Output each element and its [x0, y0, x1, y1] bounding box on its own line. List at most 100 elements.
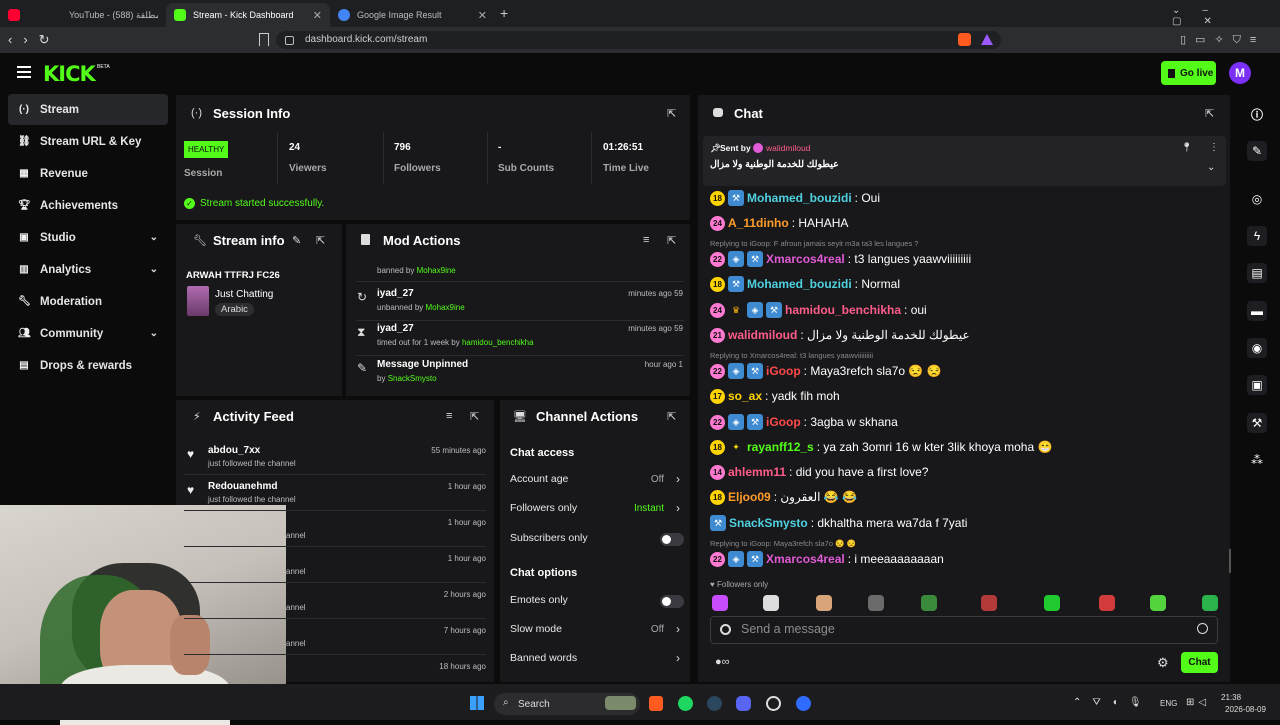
nav-buttons[interactable]: ‹›↻ [8, 32, 61, 48]
chat-message[interactable]: 22 ◈ ⚒ Xmarcos4real: i meeaaaaaaaan [710, 549, 944, 569]
avatar[interactable]: M [1229, 62, 1251, 84]
menu-icon[interactable] [17, 66, 31, 78]
chat-message[interactable]: 14 ahlemm11: did you have a first love? [710, 462, 928, 482]
chat-message[interactable]: 21 walidmiloud: عيطولك للخدمة الوطنية ولا… [710, 325, 970, 345]
tab-kick-dashboard[interactable]: Stream - Kick Dashboard ✕ [166, 3, 330, 27]
sidebar-item-revenue[interactable]: ▦ Revenue [8, 158, 168, 189]
gear-icon[interactable]: ⚙︎ [1157, 655, 1169, 671]
mod-action-actor[interactable]: hamidou_benchikha [462, 338, 534, 347]
new-tab-button[interactable]: + [500, 5, 508, 21]
chat-icon[interactable]: ▬ [1247, 301, 1267, 321]
chat-username[interactable]: Eljoo09 [728, 490, 771, 504]
channel-action-slow-mode[interactable]: Slow mode [510, 623, 562, 635]
chat-message[interactable]: 22 ◈ ⚒ Xmarcos4real: t3 langues yaawviiiiii… [710, 249, 971, 269]
chat-settings-left-icons[interactable]: ●∞ [715, 656, 730, 668]
tab-google-image[interactable]: Google Image Result ✕ [330, 3, 495, 27]
pencil-icon[interactable]: ✎ [1247, 141, 1267, 161]
emote-icon[interactable] [921, 595, 937, 611]
tab-youtube[interactable]: YouTube - محلقة مطلقة (588) [0, 3, 166, 27]
broadcast-icon[interactable]: ◉ [1247, 338, 1267, 358]
emote-picker-icon[interactable] [720, 624, 731, 635]
chat-username[interactable]: hamidou_benchikha [785, 303, 901, 317]
windows-start-icon[interactable] [470, 696, 484, 710]
rewards-icon[interactable] [981, 34, 993, 45]
chat-username[interactable]: iGoop [766, 415, 801, 429]
chat-message[interactable]: 18 ⚒ Mohamed_bouzidi: Normal [710, 274, 900, 294]
chevron-right-icon[interactable]: › [676, 472, 680, 486]
site-info-icon[interactable] [285, 36, 294, 45]
chat-message[interactable]: 18 Eljoo09: العقرون 😂 😂 [710, 487, 857, 507]
info-icon[interactable]: ⓘ [1247, 104, 1267, 124]
chat-message[interactable]: 22 ◈ ⚒ iGoop: Maya3refch sla7o 😒 😒 [710, 361, 942, 381]
chat-username[interactable]: rayanff12_s [747, 440, 814, 454]
chat-message[interactable]: 24 ♛ ◈ ⚒ hamidou_benchikha: oui [710, 300, 927, 320]
emoji-icon[interactable] [1197, 623, 1208, 634]
edit-icon[interactable]: ✎ [292, 234, 301, 247]
network-volume-icons[interactable]: ⊞◁ [1186, 697, 1210, 708]
brave-shield-icon[interactable] [958, 33, 971, 46]
chat-username[interactable]: so_ax [728, 389, 762, 403]
channel-action-account-age[interactable]: Account age [510, 473, 568, 485]
filter-icon[interactable]: ≡ [643, 234, 649, 246]
popout-icon[interactable]: ⇱ [1205, 107, 1214, 120]
emote-icon[interactable] [1099, 595, 1115, 611]
bookmark-icon[interactable] [259, 33, 269, 46]
chat-username[interactable]: walidmiloud [728, 328, 797, 342]
activity-user[interactable]: Redouanehmd [208, 481, 277, 492]
chat-message[interactable]: 17 so_ax: yadk fih moh [710, 386, 840, 406]
popout-icon[interactable]: ⇱ [667, 107, 676, 120]
channel-action-subscribers-only[interactable]: Subscribers only [510, 532, 588, 544]
target-icon[interactable]: ◎ [1247, 189, 1267, 209]
channel-actions-icon[interactable]: ▣ [1247, 375, 1267, 395]
channel-action-banned-words[interactable]: Banned words [510, 652, 577, 664]
chat-message[interactable]: 22 ◈ ⚒ iGoop: 3agba w skhana [710, 412, 898, 432]
emote-icon[interactable] [763, 595, 779, 611]
chat-username[interactable]: iGoop [766, 364, 801, 378]
channel-action-emotes-only[interactable]: Emotes only [510, 594, 568, 606]
sidebar-item-moderation[interactable]: 🔧︎ Moderation [8, 286, 168, 317]
sidebar-item-studio[interactable]: ▣ Studio ⌄ [8, 222, 168, 253]
kick-logo[interactable]: KICK [43, 62, 96, 86]
window-controls[interactable]: ⌄–▢✕ [1172, 5, 1280, 27]
sidebar-item-stream[interactable]: (·) Stream [8, 94, 168, 125]
toggle-switch[interactable] [660, 533, 684, 546]
chevron-right-icon[interactable]: › [676, 651, 680, 665]
chat-username[interactable]: Xmarcos4real [766, 252, 845, 266]
chat-message[interactable]: 18 ⚒ Mohamed_bouzidi: Oui [710, 188, 880, 208]
popout-icon[interactable]: ⇱ [470, 410, 479, 423]
emote-icon[interactable] [868, 595, 884, 611]
chat-username[interactable]: Mohamed_bouzidi [747, 191, 852, 205]
sidebar-item-achievements[interactable]: 🏆︎ Achievements [8, 190, 168, 221]
chat-username[interactable]: A_11dinho [728, 216, 789, 230]
chevron-right-icon[interactable]: › [676, 501, 680, 515]
filter-icon[interactable]: ≡ [446, 410, 452, 422]
popout-icon[interactable]: ⇱ [316, 234, 325, 247]
chat-scrollbar[interactable] [1229, 549, 1231, 573]
chat-username[interactable]: SnackSmysto [729, 516, 808, 530]
activity-user[interactable]: abdou_7xx [208, 445, 260, 456]
popout-icon[interactable]: ⇱ [667, 410, 676, 423]
emote-icon[interactable] [1150, 595, 1166, 611]
emote-icon[interactable] [1202, 595, 1218, 611]
mod-action-actor[interactable]: Mohax9ine [426, 303, 465, 312]
emote-icon[interactable] [981, 595, 997, 611]
emote-icon[interactable] [1044, 595, 1060, 611]
brave-taskbar-icon[interactable] [649, 696, 663, 711]
popout-icon[interactable]: ⇱ [667, 234, 676, 247]
mod-action-actor[interactable]: Mohax9ine [417, 266, 456, 275]
more-options-icon[interactable]: ⋮ [1209, 142, 1219, 153]
toggle-switch[interactable] [660, 595, 684, 608]
wrench-icon[interactable]: ⚒ [1247, 413, 1267, 433]
language-indicator[interactable]: ENG [1160, 699, 1177, 708]
browser-extension-icons[interactable]: ▯▭✧⛉≡ [1180, 33, 1265, 47]
ea-icon[interactable] [796, 696, 811, 711]
sidebar-item-community[interactable]: 👥︎ Community ⌄ [8, 318, 168, 349]
chevron-right-icon[interactable]: › [676, 622, 680, 636]
chat-message[interactable]: 24 A_11dinho: HAHAHA [710, 213, 848, 233]
close-tab-icon[interactable]: ✕ [313, 9, 322, 22]
drops-icon[interactable]: ⁂ [1247, 450, 1267, 470]
discord-icon[interactable] [736, 696, 751, 711]
url-bar[interactable]: dashboard.kick.com/stream [276, 31, 1001, 49]
chevron-down-icon[interactable]: ⌄ [1207, 162, 1215, 173]
chat-message[interactable]: ⚒ SnackSmysto: dkhaltha mera wa7da f 7yat… [710, 513, 967, 533]
